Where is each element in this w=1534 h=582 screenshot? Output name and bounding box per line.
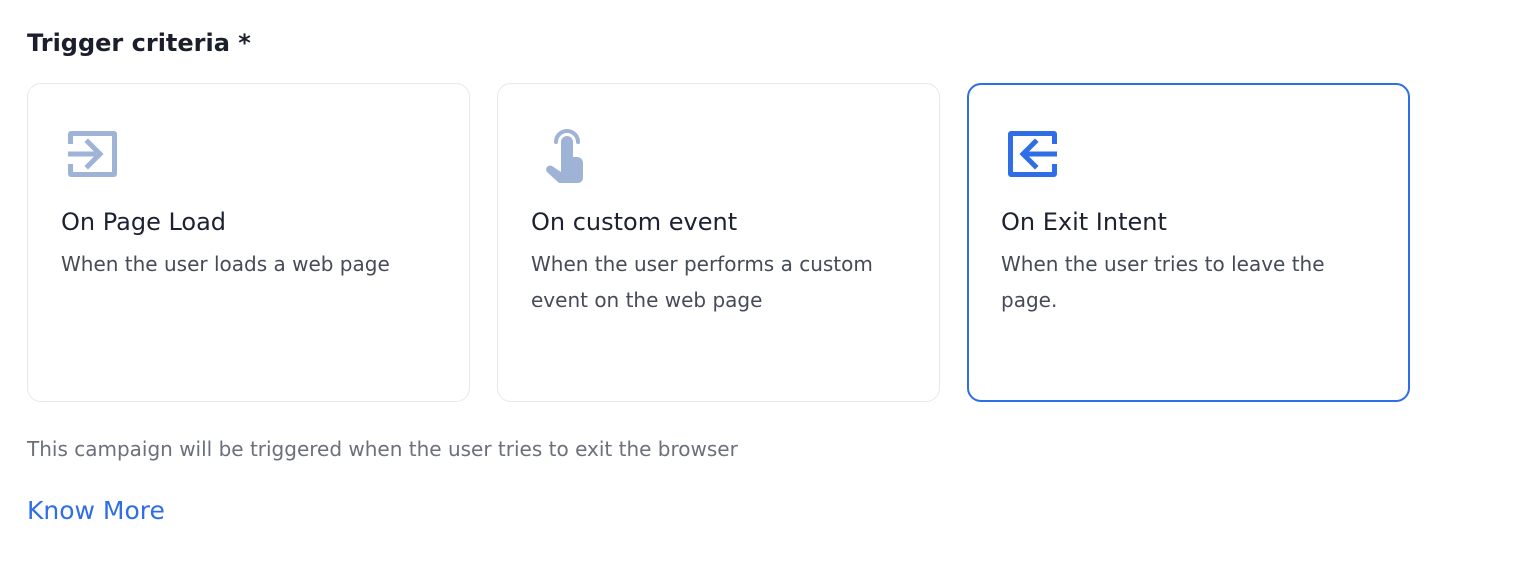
card-description: When the user loads a web page: [61, 252, 390, 276]
trigger-hint-text: This campaign will be triggered when the…: [27, 437, 738, 461]
exit-arrow-icon: [1001, 124, 1061, 184]
trigger-card-exit-intent[interactable]: On Exit Intent When the user tries to le…: [967, 83, 1410, 402]
tap-finger-icon: [531, 124, 591, 184]
enter-arrow-icon: [61, 124, 121, 184]
card-title: On Page Load: [61, 208, 227, 236]
trigger-card-custom-event[interactable]: On custom event When the user performs a…: [497, 83, 940, 402]
card-title: On Exit Intent: [1001, 208, 1167, 236]
know-more-link[interactable]: Know More: [27, 494, 165, 528]
trigger-card-page-load[interactable]: On Page Load When the user loads a web p…: [27, 83, 470, 402]
card-description: When the user tries to leave the page.: [1001, 252, 1325, 312]
section-title: Trigger criteria *: [27, 29, 251, 57]
trigger-criteria-section: Trigger criteria * On Page Load When the…: [27, 26, 1427, 525]
trigger-options: On Page Load When the user loads a web p…: [27, 83, 1410, 402]
card-description: When the user performs a custom event on…: [531, 252, 873, 312]
card-title: On custom event: [531, 208, 738, 236]
